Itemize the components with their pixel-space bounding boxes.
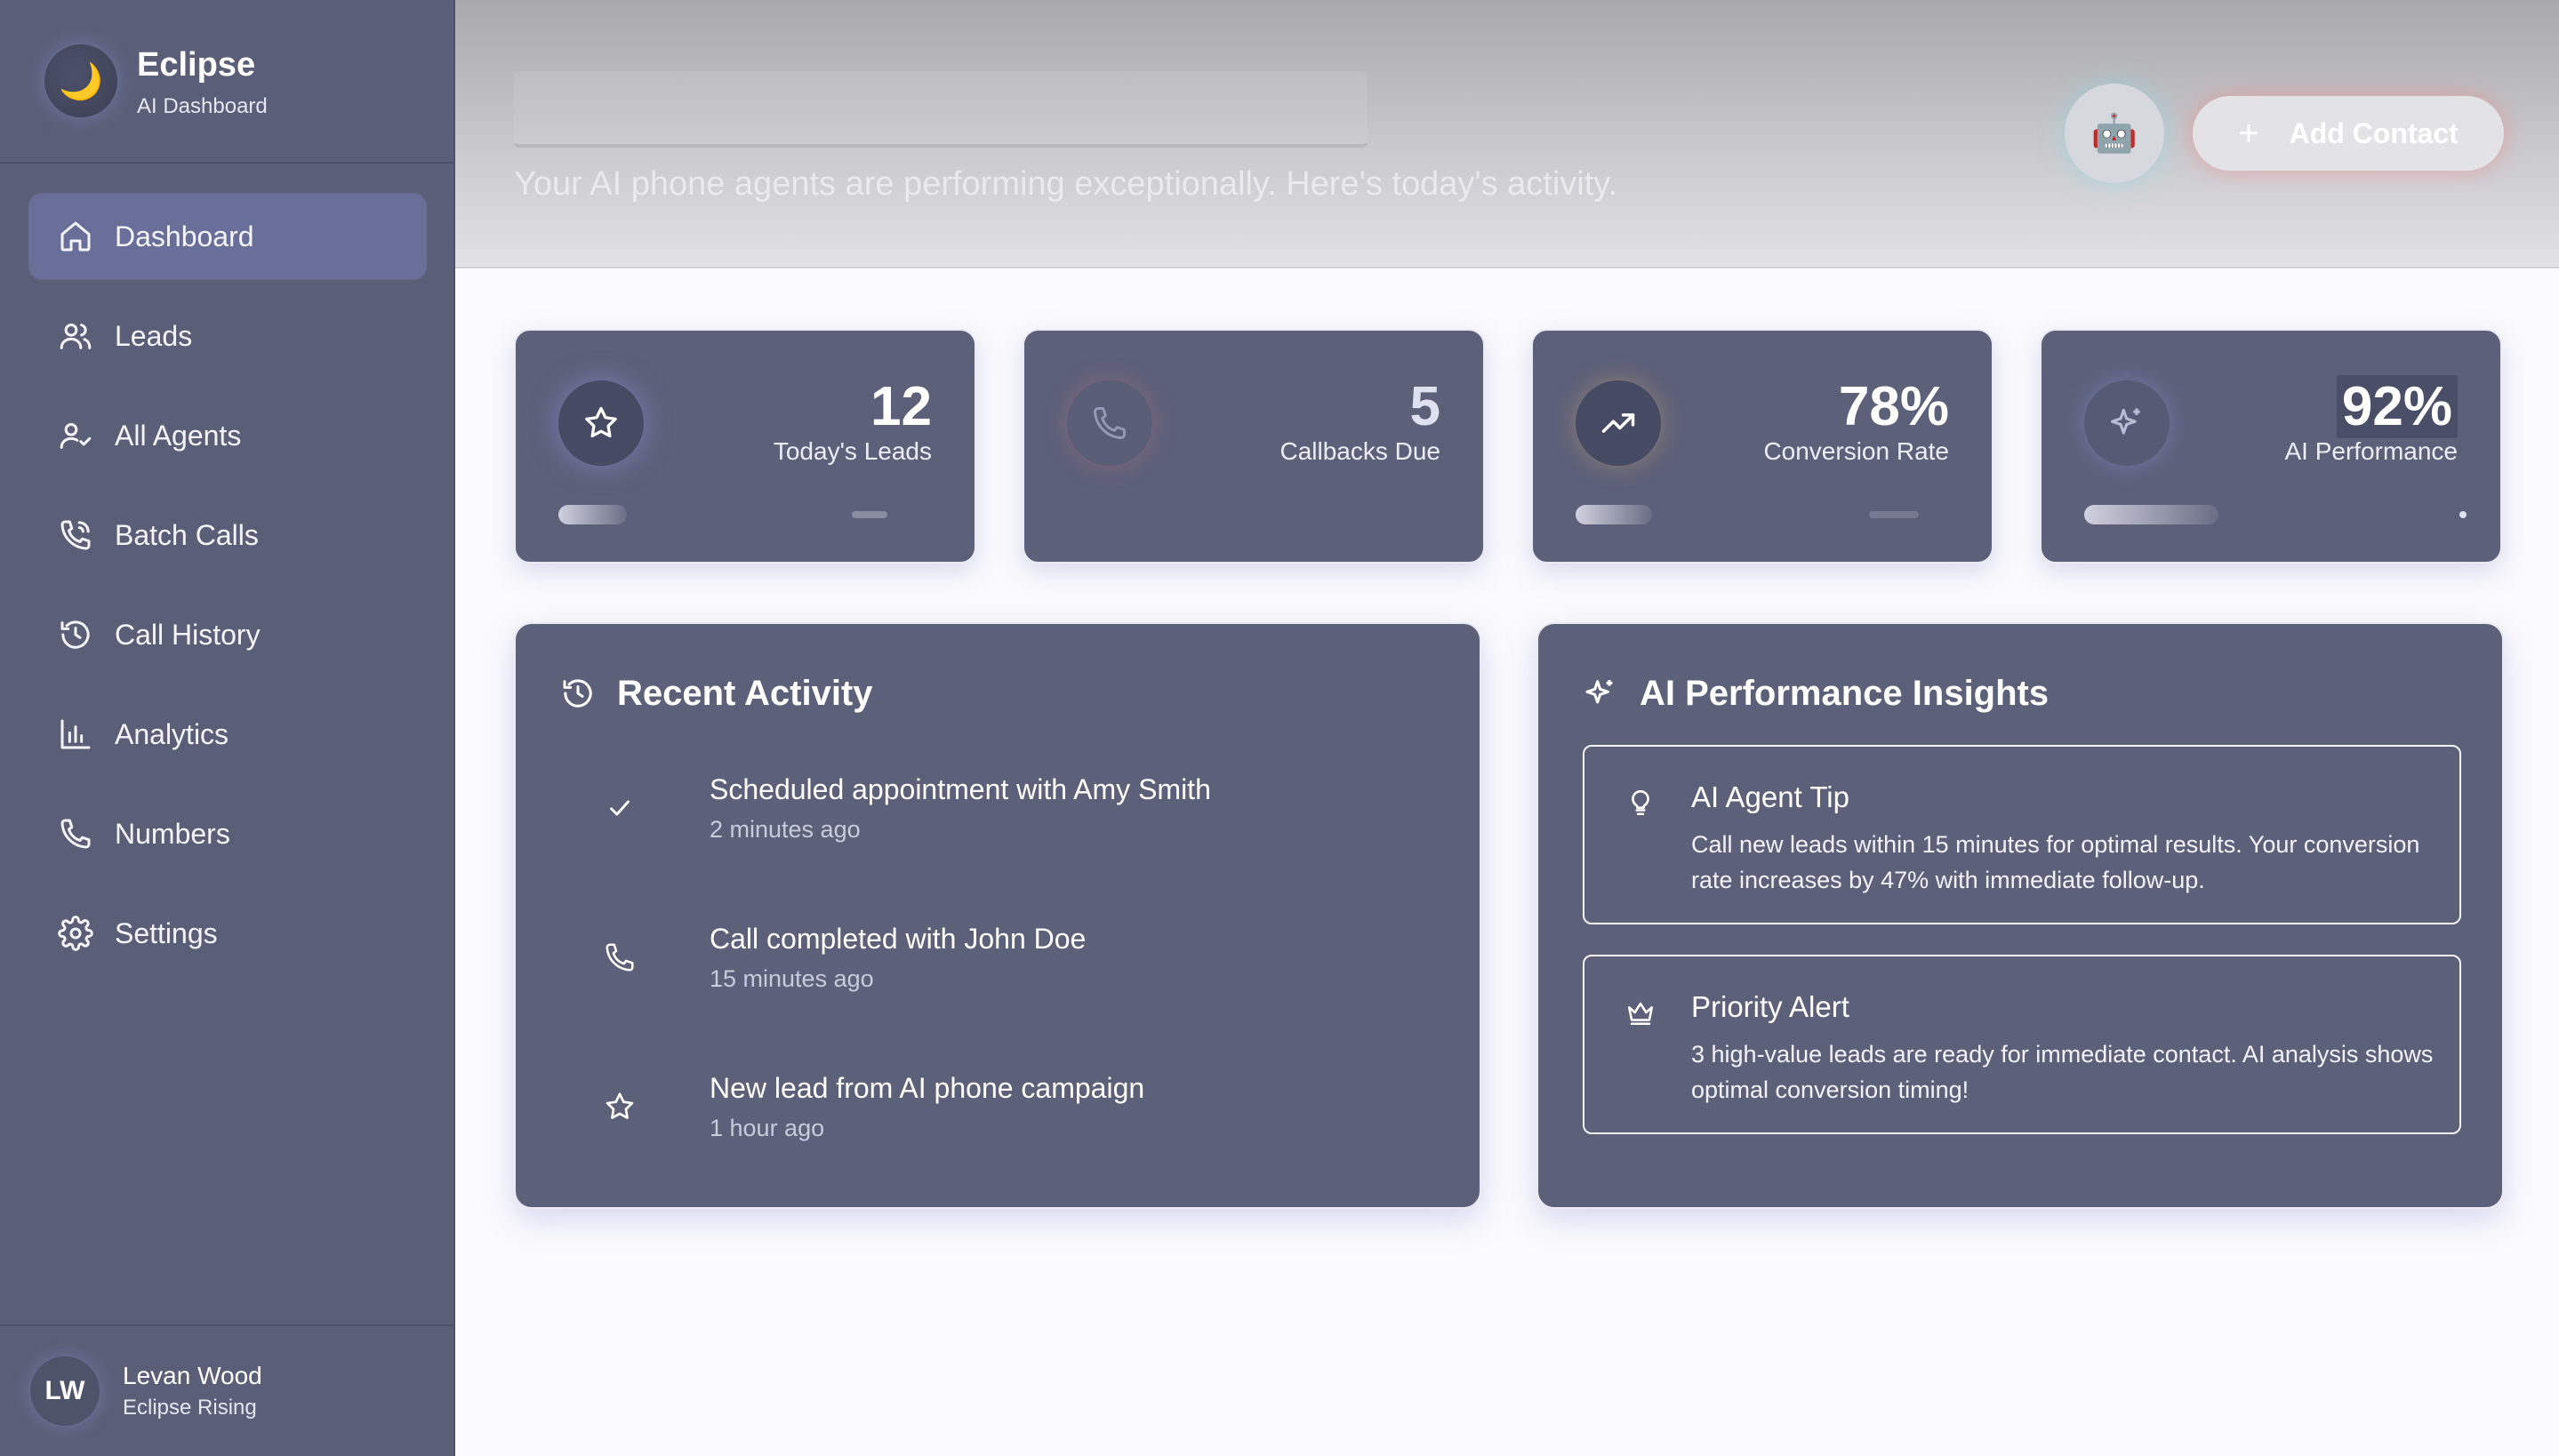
activity-title: Scheduled appointment with Amy Smith bbox=[710, 773, 1211, 805]
progress-fill bbox=[558, 505, 628, 524]
activity-title: Call completed with John Doe bbox=[710, 923, 1087, 955]
bar-chart-icon bbox=[60, 719, 91, 749]
brand: 🌙 Eclipse AI Dashboard bbox=[0, 0, 455, 164]
recent-activity-panel: Recent Activity Scheduled appointment wi… bbox=[514, 622, 1481, 1209]
user-role: Eclipse Rising bbox=[123, 1396, 257, 1420]
users-icon bbox=[60, 324, 92, 349]
sidebar-item-numbers[interactable]: Numbers bbox=[29, 791, 426, 876]
sparkles-icon bbox=[1585, 680, 1613, 704]
stat-label: Callbacks Due bbox=[1280, 437, 1440, 465]
progress-fill bbox=[2084, 505, 2218, 524]
progress-bar bbox=[558, 505, 941, 524]
insight-body: Call new leads within 15 minutes for opt… bbox=[1691, 831, 2420, 893]
gear-icon bbox=[58, 916, 93, 951]
user-profile[interactable]: LW Levan Wood Eclipse Rising bbox=[0, 1324, 455, 1456]
activity-item[interactable]: Call completed with John Doe 15 minutes … bbox=[560, 910, 1432, 1017]
sidebar: 🌙 Eclipse AI Dashboard Dashboard Leads A… bbox=[0, 0, 455, 1456]
progress-fill bbox=[1576, 505, 1652, 524]
trending-up-icon bbox=[1576, 380, 1661, 466]
lightbulb-icon bbox=[1632, 789, 1649, 816]
sidebar-item-label: Settings bbox=[115, 916, 218, 949]
progress-marker bbox=[2459, 511, 2467, 518]
sidebar-item-label: Dashboard bbox=[115, 220, 254, 252]
activity-time: 15 minutes ago bbox=[710, 965, 874, 992]
insight-body: 3 high-value leads are ready for immedia… bbox=[1691, 1041, 2434, 1103]
progress-marker bbox=[852, 511, 887, 518]
sparkles-icon bbox=[2084, 380, 2170, 466]
sidebar-item-batch-calls[interactable]: Batch Calls bbox=[29, 492, 426, 578]
home-icon bbox=[60, 221, 91, 252]
ai-insights-panel: AI Performance Insights AI Agent Tip Cal… bbox=[1536, 622, 2504, 1209]
sidebar-item-settings[interactable]: Settings bbox=[29, 891, 426, 976]
insight-card-tip[interactable]: AI Agent Tip Call new leads within 15 mi… bbox=[1583, 745, 2461, 924]
phone-icon bbox=[606, 943, 634, 972]
sidebar-item-dashboard[interactable]: Dashboard bbox=[29, 194, 426, 279]
stat-value: 78% bbox=[1838, 376, 1949, 437]
panel-title: AI Performance Insights bbox=[1640, 674, 2050, 713]
activity-item[interactable]: New lead from AI phone campaign 1 hour a… bbox=[560, 1060, 1432, 1166]
sidebar-item-label: Leads bbox=[115, 319, 193, 352]
sidebar-item-label: Batch Calls bbox=[115, 518, 259, 551]
insight-card-priority-alert[interactable]: Priority Alert 3 high-value leads are re… bbox=[1583, 955, 2461, 1134]
stat-value: 92% bbox=[2336, 375, 2458, 438]
user-name: Levan Wood bbox=[123, 1362, 262, 1389]
brand-subtitle: AI Dashboard bbox=[137, 94, 268, 118]
progress-bar bbox=[2084, 505, 2467, 524]
stat-label: Today's Leads bbox=[773, 437, 932, 465]
stat-value: 5 bbox=[1409, 376, 1440, 437]
stat-card-conversion-rate[interactable]: 78% Conversion Rate bbox=[1531, 329, 1993, 564]
sidebar-item-label: Analytics bbox=[115, 717, 229, 750]
activity-item[interactable]: Scheduled appointment with Amy Smith 2 m… bbox=[560, 761, 1432, 868]
phone-icon bbox=[60, 819, 91, 849]
history-icon bbox=[563, 679, 592, 708]
sidebar-item-label: Call History bbox=[115, 618, 261, 651]
crown-icon bbox=[1627, 1002, 1654, 1026]
activity-title: New lead from AI phone campaign bbox=[710, 1072, 1145, 1104]
sidebar-item-label: All Agents bbox=[115, 419, 242, 452]
activity-time: 1 hour ago bbox=[710, 1115, 825, 1141]
activity-time: 2 minutes ago bbox=[710, 816, 861, 843]
page-subtitle: Your AI phone agents are performing exce… bbox=[514, 165, 1618, 203]
avatar[interactable]: LW bbox=[30, 1356, 100, 1426]
phone-wave-icon bbox=[60, 520, 91, 550]
robot-icon[interactable]: 🤖 bbox=[2065, 84, 2164, 183]
sidebar-item-call-history[interactable]: Call History bbox=[29, 592, 426, 677]
phone-icon bbox=[1067, 380, 1152, 466]
moon-icon[interactable]: 🌙 bbox=[44, 44, 117, 117]
sidebar-item-leads[interactable]: Leads bbox=[29, 293, 426, 379]
stat-label: AI Performance bbox=[2284, 437, 2458, 465]
insight-title: AI Agent Tip bbox=[1691, 780, 1849, 813]
sidebar-item-all-agents[interactable]: All Agents bbox=[29, 393, 426, 478]
stat-card-todays-leads[interactable]: 12 Today's Leads bbox=[514, 329, 976, 564]
add-contact-label: Add Contact bbox=[2289, 116, 2459, 149]
star-icon bbox=[606, 1092, 634, 1119]
history-icon bbox=[60, 620, 90, 649]
insight-title: Priority Alert bbox=[1691, 990, 1849, 1023]
brand-title: Eclipse bbox=[137, 46, 256, 84]
stat-value: 12 bbox=[870, 376, 932, 437]
progress-bar bbox=[1067, 505, 1449, 524]
stat-label: Conversion Rate bbox=[1763, 437, 1949, 465]
progress-bar bbox=[1576, 505, 1958, 524]
sidebar-nav: Dashboard Leads All Agents Batch Calls C… bbox=[29, 194, 426, 990]
star-icon bbox=[558, 380, 644, 466]
check-icon bbox=[610, 800, 630, 816]
progress-marker bbox=[1869, 511, 1919, 518]
panel-title: Recent Activity bbox=[617, 674, 873, 713]
stat-card-ai-performance[interactable]: 92% AI Performance bbox=[2040, 329, 2502, 564]
add-contact-button[interactable]: + Add Contact bbox=[2193, 96, 2504, 171]
plus-icon: + bbox=[2238, 113, 2259, 153]
stat-card-callbacks-due[interactable]: 5 Callbacks Due bbox=[1023, 329, 1485, 564]
page-title bbox=[514, 71, 1368, 148]
page-header: Your AI phone agents are performing exce… bbox=[455, 0, 2559, 268]
sidebar-item-analytics[interactable]: Analytics bbox=[29, 692, 426, 777]
sidebar-item-label: Numbers bbox=[115, 817, 230, 850]
user-check-icon bbox=[60, 423, 92, 449]
